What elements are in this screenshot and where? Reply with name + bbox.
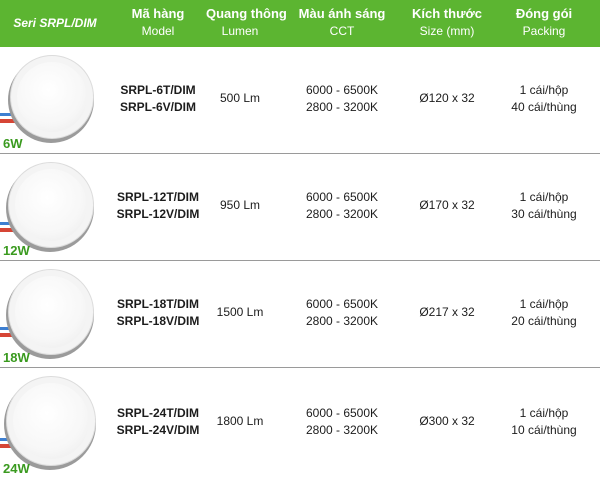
model-code: SRPL-18V/DIM [116,314,200,328]
lamp-disc [8,269,94,355]
table-row: 18W SRPL-18T/DIM SRPL-18V/DIM 1500 Lm 60… [0,261,600,368]
size-value: Ø120 x 32 [419,91,475,105]
cct-value: 6000 - 6500K [305,83,379,97]
header-cct: Màu ánh sáng CCT [290,0,394,47]
wattage-label: 12W [3,243,30,258]
packing-value: 30 cái/thùng [511,207,577,221]
header-model-en: Model [141,24,175,38]
wattage-label: 6W [3,136,23,151]
wattage-label: 24W [3,461,30,476]
packing-cell: 1 cái/hộp 30 cái/thùng [500,189,588,223]
lumen-value: 500 Lm [219,91,261,105]
cct-value: 6000 - 6500K [305,406,379,420]
cct-value: 2800 - 3200K [305,314,379,328]
product-image: 12W [0,154,110,260]
series-title: Seri SRPL/DIM [13,16,97,30]
header-lumen: Quang thông Lumen [206,0,287,47]
header-packing-en: Packing [522,24,566,38]
packing-cell: 1 cái/hộp 40 cái/thùng [500,82,588,116]
lumen-value: 1500 Lm [216,305,264,319]
model-cell: SRPL-24T/DIM SRPL-24V/DIM [110,405,206,439]
cct-value: 6000 - 6500K [305,190,379,204]
table-header: Seri SRPL/DIM Mã hàng Model Quang thông … [0,0,600,47]
packing-value: 1 cái/hộp [519,406,569,420]
model-code: SRPL-6V/DIM [119,100,196,114]
cct-cell: 6000 - 6500K 2800 - 3200K [290,405,394,439]
model-cell: SRPL-6T/DIM SRPL-6V/DIM [110,82,206,116]
packing-value: 1 cái/hộp [519,190,569,204]
model-cell: SRPL-18T/DIM SRPL-18V/DIM [110,296,206,330]
product-image: 24W [0,368,110,478]
header-lumen-vi: Quang thông [206,6,287,21]
lamp-disc [8,162,94,248]
packing-value: 20 cái/thùng [511,314,577,328]
header-cct-en: CCT [329,24,355,38]
cct-cell: 6000 - 6500K 2800 - 3200K [290,189,394,223]
lamp-disc [10,55,94,139]
header-size: Kích thước Size (mm) [405,0,489,47]
table-row: 12W SRPL-12T/DIM SRPL-12V/DIM 950 Lm 600… [0,154,600,261]
size-value: Ø217 x 32 [419,305,475,319]
product-image: 18W [0,261,110,367]
size-value: Ø170 x 32 [419,198,475,212]
cct-value: 6000 - 6500K [305,297,379,311]
model-code: SRPL-6T/DIM [120,83,196,97]
lumen-value: 1800 Lm [216,414,264,428]
cct-value: 2800 - 3200K [305,100,379,114]
packing-value: 1 cái/hộp [519,83,569,97]
header-size-vi: Kích thước [412,6,482,21]
packing-cell: 1 cái/hộp 10 cái/thùng [500,405,588,439]
header-cct-vi: Màu ánh sáng [298,6,386,21]
cct-value: 2800 - 3200K [305,423,379,437]
packing-value: 10 cái/thùng [511,423,577,437]
header-model: Mã hàng Model [110,0,206,47]
table-row: 24W SRPL-24T/DIM SRPL-24V/DIM 1800 Lm 60… [0,368,600,478]
model-code: SRPL-24V/DIM [116,423,200,437]
cct-value: 2800 - 3200K [305,207,379,221]
packing-value: 40 cái/thùng [511,100,577,114]
model-cell: SRPL-12T/DIM SRPL-12V/DIM [110,189,206,223]
table-row: 6W SRPL-6T/DIM SRPL-6V/DIM 500 Lm 6000 -… [0,47,600,154]
lamp-disc [6,376,96,466]
model-code: SRPL-18T/DIM [116,297,199,311]
header-lumen-en: Lumen [221,24,259,38]
size-value: Ø300 x 32 [419,414,475,428]
model-code: SRPL-12T/DIM [116,190,199,204]
header-model-vi: Mã hàng [131,6,185,21]
lumen-value: 950 Lm [219,198,261,212]
model-code: SRPL-24T/DIM [116,406,199,420]
packing-cell: 1 cái/hộp 20 cái/thùng [500,296,588,330]
model-code: SRPL-12V/DIM [116,207,200,221]
header-size-en: Size (mm) [419,24,475,38]
cct-cell: 6000 - 6500K 2800 - 3200K [290,296,394,330]
header-packing: Đóng gói Packing [500,0,588,47]
product-image: 6W [0,47,110,153]
wattage-label: 18W [3,350,30,365]
packing-value: 1 cái/hộp [519,297,569,311]
cct-cell: 6000 - 6500K 2800 - 3200K [290,82,394,116]
header-packing-vi: Đóng gói [515,6,573,21]
